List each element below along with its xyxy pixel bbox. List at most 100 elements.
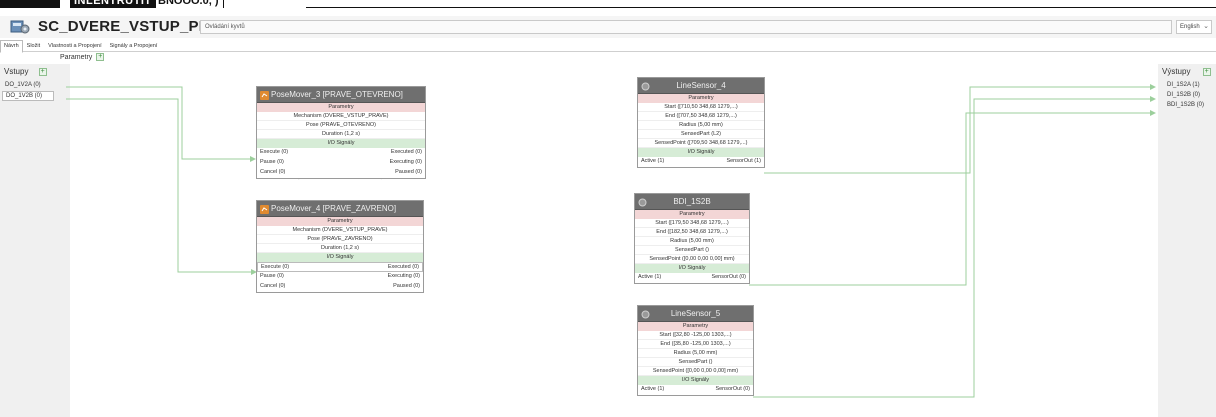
- param-row[interactable]: SensedPoint ([0,00 0,00 0,00] mm): [638, 367, 753, 376]
- param-row[interactable]: SensedPoint ([0,00 0,00 0,00] mm): [635, 255, 749, 264]
- tab-slozit[interactable]: Složit: [23, 40, 44, 53]
- outputs-title: Výstupy: [1162, 67, 1191, 76]
- banner-dark-bar: [0, 0, 60, 8]
- signal-in-active[interactable]: Active (1): [641, 385, 664, 393]
- banner-tag-secondary: BNOOO.0, ): [154, 0, 224, 8]
- inputs-header: Vstupy +: [4, 67, 70, 76]
- tab-signals-connections[interactable]: Signály a Propojení: [106, 40, 162, 53]
- param-row[interactable]: Pose (PRAVE_ZAVRENO): [257, 235, 423, 244]
- signal-row: Execute (0) Executed (0): [257, 148, 425, 158]
- signal-out-executing[interactable]: Executing (0): [388, 272, 420, 280]
- block-title: BDI_1S2B: [673, 197, 711, 206]
- block-header[interactable]: LineSensor_5: [638, 306, 753, 322]
- pose-mover-icon: [260, 204, 269, 214]
- add-parameter-button[interactable]: +: [96, 53, 105, 61]
- tab-navrh[interactable]: Návrh: [0, 40, 23, 53]
- param-row[interactable]: Mechanism (DVERE_VSTUP_PRAVE): [257, 112, 425, 121]
- param-row[interactable]: SensedPart (): [635, 246, 749, 255]
- inputs-title: Vstupy: [4, 67, 29, 76]
- signal-out-executed[interactable]: Executed (0): [391, 148, 422, 156]
- add-input-button[interactable]: +: [38, 67, 47, 76]
- tab-bar: Návrh Složit Vlastnosti a Propojení Sign…: [0, 40, 1216, 53]
- params-section-label: Parametry: [257, 217, 423, 226]
- banner-tag: INLENTRUTIT: [70, 0, 156, 8]
- param-row[interactable]: End ([35,80 -125,00 1303,...): [638, 340, 753, 349]
- signal-in-execute[interactable]: Execute (0): [260, 148, 288, 156]
- signal-in-cancel[interactable]: Cancel (0): [260, 168, 285, 176]
- block-header[interactable]: PoseMover_4 [PRAVE_ZAVRENO]: [257, 201, 423, 217]
- posemover-4-block[interactable]: PoseMover_4 [PRAVE_ZAVRENO] Parametry Me…: [256, 200, 424, 293]
- posemover-3-block[interactable]: PoseMover_3 [PRAVE_OTEVRENO] Parametry M…: [256, 86, 426, 179]
- sensor-icon: [641, 81, 650, 91]
- signal-row: Active (1) SensorOut (0): [638, 385, 753, 395]
- breadcrumb[interactable]: Ovládání kyvtů: [200, 20, 1172, 34]
- page-title: SC_DVERE_VSTUP_PR...: [38, 18, 223, 35]
- io-section-label: I/O Signály: [257, 253, 423, 262]
- param-row[interactable]: End ([707,50 348,68 1279,...): [638, 112, 764, 121]
- signal-in-cancel[interactable]: Cancel (0): [260, 282, 285, 290]
- block-header[interactable]: PoseMover_3 [PRAVE_OTEVRENO]: [257, 87, 425, 103]
- signal-in-active[interactable]: Active (1): [641, 157, 664, 165]
- input-signal-do-1v2b[interactable]: DO_1V2B (0): [2, 91, 54, 101]
- wire-do1v2a-execute: [66, 86, 254, 160]
- wire-bdi-output: [749, 112, 1150, 286]
- io-section-label: I/O Signály: [638, 148, 764, 157]
- linesensor-5-block[interactable]: LineSensor_5 Parametry Start ([32,80 -12…: [637, 305, 754, 396]
- signal-row: Active (1) SensorOut (0): [635, 273, 749, 283]
- param-row[interactable]: Start ([179,50 348,68 1279,...): [635, 219, 749, 228]
- block-header[interactable]: LineSensor_4: [638, 78, 764, 94]
- param-row[interactable]: Pose (PRAVE_OTEVRENO): [257, 121, 425, 130]
- outputs-panel: Výstupy + DI_1S2A (1) DI_1S2B (0) BDI_1S…: [1158, 64, 1216, 417]
- pose-mover-icon: [260, 90, 269, 100]
- outputs-header: Výstupy +: [1162, 67, 1216, 76]
- params-section-label: Parametry: [638, 94, 764, 103]
- wire-ls4-di1s2a: [764, 86, 1150, 174]
- signal-out-sensorout[interactable]: SensorOut (0): [711, 273, 746, 281]
- input-signal-do-1v2a[interactable]: DO_1V2A (0): [0, 81, 70, 90]
- sensor-icon: [641, 309, 650, 319]
- block-header[interactable]: BDI_1S2B: [635, 194, 749, 210]
- signal-out-paused[interactable]: Paused (0): [395, 168, 422, 176]
- param-row[interactable]: End ([182,50 348,68 1279,...): [635, 228, 749, 237]
- parameters-header: Parametry +: [60, 53, 105, 61]
- param-row[interactable]: Radius (5,00 mm): [635, 237, 749, 246]
- top-banner: INLENTRUTIT BNOOO.0, ): [0, 0, 1216, 14]
- language-select[interactable]: English ⌄: [1176, 20, 1212, 34]
- output-signal-di-1s2a[interactable]: DI_1S2A (1): [1158, 81, 1216, 90]
- wire-ls5-di1s2b: [753, 98, 1150, 398]
- param-row[interactable]: Duration (1,2 s): [257, 130, 425, 139]
- signal-row: Cancel (0) Paused (0): [257, 168, 425, 178]
- signal-in-pause[interactable]: Pause (0): [260, 158, 284, 166]
- param-row[interactable]: SensedPart (L2): [638, 130, 764, 139]
- signal-in-pause[interactable]: Pause (0): [260, 272, 284, 280]
- signal-out-executing[interactable]: Executing (0): [390, 158, 422, 166]
- param-row[interactable]: Radius (5,00 mm): [638, 121, 764, 130]
- param-row[interactable]: SensedPoint ([709,50 348,68 1279,...): [638, 139, 764, 148]
- bdi-1s2b-block[interactable]: BDI_1S2B Parametry Start ([179,50 348,68…: [634, 193, 750, 284]
- parameters-label: Parametry: [60, 53, 93, 61]
- block-title: LineSensor_5: [670, 309, 721, 318]
- param-row[interactable]: Radius (5,00 mm): [638, 349, 753, 358]
- station-logic-icon: [10, 19, 30, 35]
- signal-row: Pause (0) Executing (0): [257, 272, 423, 282]
- param-row[interactable]: SensedPart (): [638, 358, 753, 367]
- output-signal-di-1s2b[interactable]: DI_1S2B (0): [1158, 91, 1216, 100]
- param-row[interactable]: Duration (1,2 s): [257, 244, 423, 253]
- param-row[interactable]: Start ([32,80 -125,00 1303,...): [638, 331, 753, 340]
- signal-in-execute[interactable]: Execute (0): [261, 263, 289, 271]
- tab-properties-connections[interactable]: Vlastnosti a Propojení: [44, 40, 106, 53]
- signal-out-paused[interactable]: Paused (0): [393, 282, 420, 290]
- signal-row: Execute (0) Executed (0): [257, 262, 423, 272]
- signal-in-active[interactable]: Active (1): [638, 273, 661, 281]
- param-row[interactable]: Mechanism (DVERE_VSTUP_PRAVE): [257, 226, 423, 235]
- add-output-button[interactable]: +: [1202, 67, 1211, 76]
- signal-out-executed[interactable]: Executed (0): [388, 263, 419, 271]
- param-row[interactable]: Start ([710,50 348,68 1279,...): [638, 103, 764, 112]
- block-title: PoseMover_3 [PRAVE_OTEVRENO]: [271, 90, 403, 99]
- banner-divider: [306, 7, 1216, 8]
- linesensor-4-block[interactable]: LineSensor_4 Parametry Start ([710,50 34…: [637, 77, 765, 168]
- output-signal-bdi-1s2b[interactable]: BDI_1S2B (0): [1158, 101, 1216, 110]
- signal-out-sensorout[interactable]: SensorOut (0): [715, 385, 750, 393]
- signal-row: Cancel (0) Paused (0): [257, 282, 423, 292]
- signal-out-sensorout[interactable]: SensorOut (1): [726, 157, 761, 165]
